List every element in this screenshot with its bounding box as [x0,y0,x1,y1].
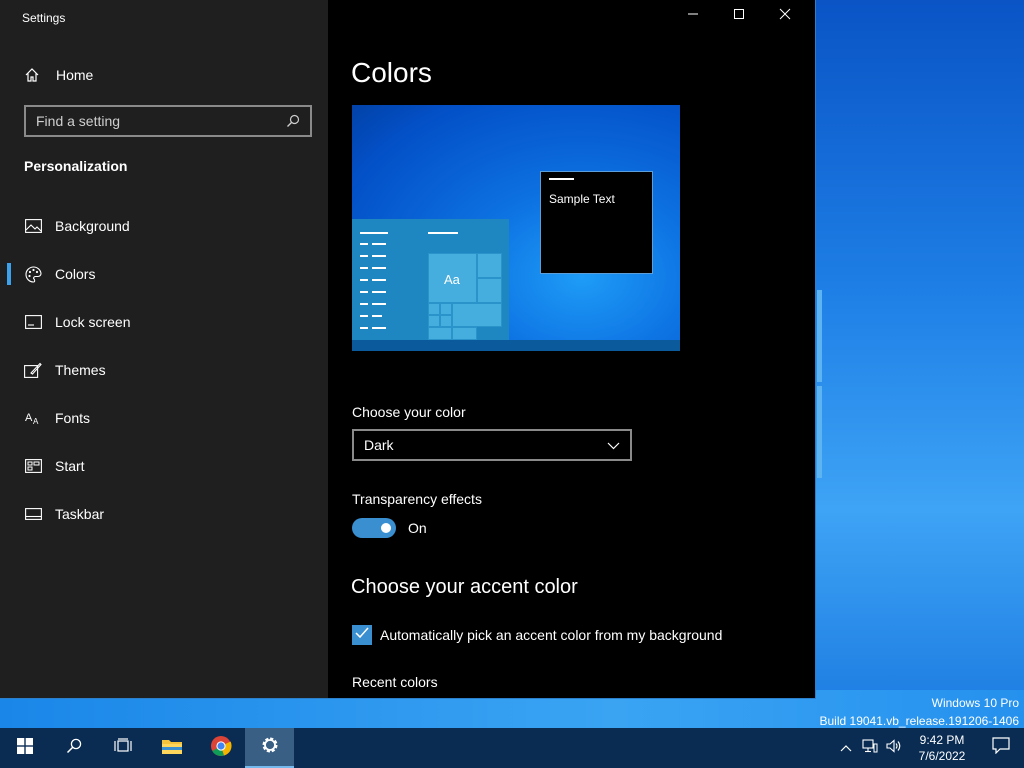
sidebar-item-lock-screen[interactable]: Lock screen [0,298,328,346]
settings-taskbar-button[interactable] [245,728,294,768]
preview-start-menu: Aa [352,219,509,340]
home-label: Home [56,67,94,83]
accent-heading: Choose your accent color [351,576,578,598]
notification-icon [992,737,1010,759]
close-icon [779,7,791,25]
clock[interactable]: 9:42 PM 7/6/2022 [906,732,978,764]
search-box[interactable] [24,105,312,137]
window-title: Settings [22,11,66,25]
chevron-down-icon [607,437,620,453]
choose-color-dropdown[interactable]: Dark [352,429,632,461]
sidebar: Settings Home Personalization Background [0,0,328,698]
lock-screen-icon [24,313,42,331]
main-content: Colors Aa Sample Text Choose your color … [328,0,808,690]
maximize-icon [733,7,745,25]
sidebar-item-label: Start [55,458,85,474]
window-controls [670,0,808,32]
task-view-button[interactable] [98,728,147,768]
start-button[interactable] [0,728,49,768]
sidebar-item-start[interactable]: Start [0,442,328,490]
transparency-label: Transparency effects [352,491,482,507]
personalization-nav: Background Colors Lock screen Themes A A… [0,202,328,538]
choose-color-value: Dark [364,437,394,453]
clock-date: 7/6/2022 [918,749,966,763]
task-view-icon [113,737,132,759]
recent-colors-label: Recent colors [352,674,438,690]
chrome-icon [210,735,232,762]
preview-sample-text: Sample Text [549,192,615,206]
taskbar: 9:42 PM 7/6/2022 [0,728,1024,768]
minimize-icon [687,7,699,25]
themes-icon [24,361,42,379]
taskbar-icon [24,505,42,523]
chrome-button[interactable] [196,728,245,768]
windows-logo-icon [16,737,33,759]
sidebar-item-label: Taskbar [55,506,105,522]
chevron-up-icon [840,739,852,757]
fonts-icon: AA [24,409,42,427]
taskbar-search-button[interactable] [49,728,98,768]
checkmark-icon [355,626,369,644]
minimize-button[interactable] [670,0,716,32]
home-link[interactable]: Home [24,64,93,86]
sidebar-item-label: Background [55,218,130,234]
network-icon [862,738,878,758]
file-explorer-button[interactable] [147,728,196,768]
settings-window: Settings Home Personalization Background [0,0,816,699]
preview-sample-window: Sample Text [540,171,653,274]
preview-tile-text: Aa [444,272,460,287]
sidebar-item-colors[interactable]: Colors [0,250,328,298]
edition-text: Windows 10 Pro [931,696,1019,710]
folder-icon [161,737,183,760]
sidebar-item-label: Themes [55,362,106,378]
page-title: Colors [351,57,432,88]
transparency-toggle[interactable] [352,518,396,538]
action-center-button[interactable] [978,728,1024,768]
clock-time: 9:42 PM [919,733,965,747]
network-button[interactable] [858,728,882,768]
sidebar-item-label: Fonts [55,410,91,426]
gear-icon [260,735,280,760]
show-hidden-icons-button[interactable] [834,728,858,768]
sidebar-item-taskbar[interactable]: Taskbar [0,490,328,538]
sidebar-item-themes[interactable]: Themes [0,346,328,394]
search-input[interactable] [26,108,286,134]
sidebar-item-label: Colors [55,266,96,282]
svg-text:A: A [25,412,33,424]
svg-text:A: A [33,417,39,425]
search-icon [66,738,82,759]
volume-button[interactable] [882,728,906,768]
sidebar-item-background[interactable]: Background [0,202,328,250]
section-title: Personalization [24,158,128,174]
sidebar-item-label: Lock screen [55,314,131,330]
image-icon [24,217,42,235]
auto-accent-checkbox[interactable] [352,625,372,645]
desktop-background [815,0,1024,728]
home-icon [24,67,42,83]
transparency-state: On [408,520,427,536]
sidebar-item-fonts[interactable]: AA Fonts [0,394,328,442]
desktop-scroll-indicator [817,290,822,478]
windows-watermark: Windows 10 Pro Build 19041.vb_release.19… [820,694,1020,730]
volume-icon [886,738,902,758]
preview-taskbar [352,340,680,351]
color-preview: Aa Sample Text [352,105,680,351]
start-icon [24,457,42,475]
auto-accent-label: Automatically pick an accent color from … [380,627,723,643]
system-tray: 9:42 PM 7/6/2022 [834,728,1024,768]
search-icon[interactable] [286,114,302,128]
close-button[interactable] [762,0,808,32]
palette-icon [24,265,42,283]
choose-color-label: Choose your color [352,404,466,420]
maximize-button[interactable] [716,0,762,32]
